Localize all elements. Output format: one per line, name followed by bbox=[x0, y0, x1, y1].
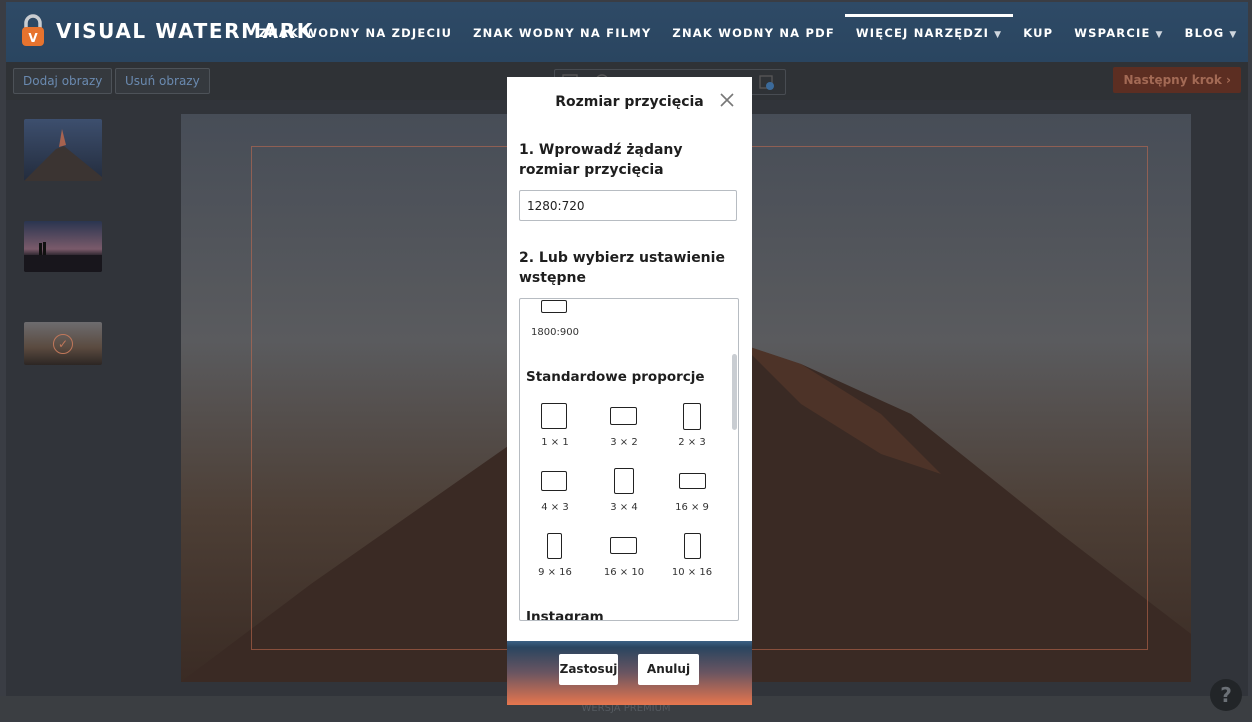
nav-label: ZNAK WODNY NA ZDJECIU bbox=[258, 26, 453, 40]
preset-2x3-label: 2 × 3 bbox=[678, 437, 706, 448]
preset-1800-900-shape-icon[interactable] bbox=[541, 300, 567, 313]
standard-ratios-title: Standardowe proporcje bbox=[526, 369, 705, 385]
nav-label: BLOG bbox=[1184, 26, 1225, 40]
preset-16x9-label: 16 × 9 bbox=[675, 502, 709, 513]
preset-list[interactable]: 1800:900 Standardowe proporcje 1 × 1 3 ×… bbox=[519, 298, 739, 621]
remove-images-button[interactable]: Usuń obrazy bbox=[115, 68, 210, 94]
preset-1x1-label: 1 × 1 bbox=[541, 437, 569, 448]
nav-label: WIĘCEJ NARZĘDZI bbox=[855, 26, 990, 40]
preset-1x1-shape-icon[interactable] bbox=[541, 403, 567, 429]
preset-10x16-label: 10 × 16 bbox=[671, 567, 713, 578]
preset-3x4-label: 3 × 4 bbox=[610, 502, 638, 513]
main-nav: ZNAK WODNY NA ZDJECIU ZNAK WODNY NA FILM… bbox=[248, 2, 1248, 62]
preset-9x16-label: 9 × 16 bbox=[538, 567, 572, 578]
preset-10x16-shape-icon[interactable] bbox=[684, 533, 701, 559]
add-images-button[interactable]: Dodaj obrazy bbox=[13, 68, 113, 94]
next-step-button[interactable]: Następny krok › bbox=[1113, 67, 1241, 93]
top-header: V VISUAL WATERMARK ZNAK WODNY NA ZDJECIU… bbox=[6, 2, 1248, 62]
chevron-right-icon: › bbox=[1226, 73, 1231, 87]
preset-3x2-shape-icon[interactable] bbox=[610, 407, 637, 425]
crop-size-dialog: Rozmiar przycięcia 1. Wprowadź żądany ro… bbox=[507, 77, 752, 705]
nav-photo-watermark[interactable]: ZNAK WODNY NA ZDJECIU bbox=[248, 2, 463, 62]
chevron-down-icon: ▼ bbox=[1155, 30, 1164, 40]
thumbnail-volcano[interactable] bbox=[24, 119, 102, 181]
nav-label: KUP bbox=[1023, 26, 1054, 40]
preset-16x10-label: 16 × 10 bbox=[603, 567, 645, 578]
step2-label: 2. Lub wybierz ustawienie wstępne bbox=[519, 250, 725, 286]
thumbnail-couple-sunset[interactable] bbox=[24, 221, 102, 272]
preset-2x3-shape-icon[interactable] bbox=[683, 403, 701, 430]
preset-9x16-shape-icon[interactable] bbox=[547, 533, 562, 559]
checkmark-icon: ✓ bbox=[53, 334, 73, 354]
chevron-down-icon: ▼ bbox=[994, 30, 1003, 40]
nav-label: ZNAK WODNY NA FILMY bbox=[473, 26, 652, 40]
preset-3x4-shape-icon[interactable] bbox=[614, 468, 634, 494]
dialog-title: Rozmiar przycięcia bbox=[555, 94, 704, 110]
step1-label: 1. Wprowadź żądany rozmiar przycięcia bbox=[519, 142, 683, 178]
nav-label: WSPARCIE bbox=[1074, 26, 1151, 40]
preset-4x3-label: 4 × 3 bbox=[541, 502, 569, 513]
nav-video-watermark[interactable]: ZNAK WODNY NA FILMY bbox=[463, 2, 662, 62]
nav-buy[interactable]: KUP bbox=[1013, 2, 1064, 62]
apply-button[interactable]: Zastosuj bbox=[559, 654, 618, 685]
preset-16x10-shape-icon[interactable] bbox=[610, 537, 637, 554]
nav-more-tools[interactable]: WIĘCEJ NARZĘDZI ▼ bbox=[845, 2, 1013, 62]
dialog-footer: Zastosuj Anuluj bbox=[507, 641, 752, 705]
instagram-title: Instagram bbox=[526, 609, 604, 621]
preset-16x9-shape-icon[interactable] bbox=[679, 473, 706, 489]
nav-label: ZNAK WODNY NA PDF bbox=[672, 26, 835, 40]
thumbnail-image bbox=[24, 129, 102, 181]
close-icon[interactable] bbox=[718, 92, 736, 110]
nav-blog[interactable]: BLOG ▼ bbox=[1174, 2, 1248, 62]
next-step-label: Następny krok bbox=[1123, 73, 1222, 87]
help-button[interactable]: ? bbox=[1210, 679, 1242, 711]
preset-4x3-shape-icon[interactable] bbox=[541, 471, 567, 491]
thumbnail-selected[interactable]: ✓ bbox=[24, 322, 102, 365]
scrollbar[interactable] bbox=[732, 354, 737, 430]
preset-1800-900-label: 1800:900 bbox=[531, 327, 579, 338]
thumbnail-image bbox=[24, 242, 102, 272]
crop-size-input[interactable] bbox=[519, 190, 737, 221]
svg-text:V: V bbox=[28, 31, 38, 45]
padlock-logo-icon: V bbox=[18, 14, 48, 48]
preset-3x2-label: 3 × 2 bbox=[610, 437, 638, 448]
nav-pdf-watermark[interactable]: ZNAK WODNY NA PDF bbox=[662, 2, 846, 62]
chevron-down-icon: ▼ bbox=[1229, 30, 1238, 40]
nav-support[interactable]: WSPARCIE ▼ bbox=[1064, 2, 1174, 62]
cancel-button[interactable]: Anuluj bbox=[638, 654, 699, 685]
